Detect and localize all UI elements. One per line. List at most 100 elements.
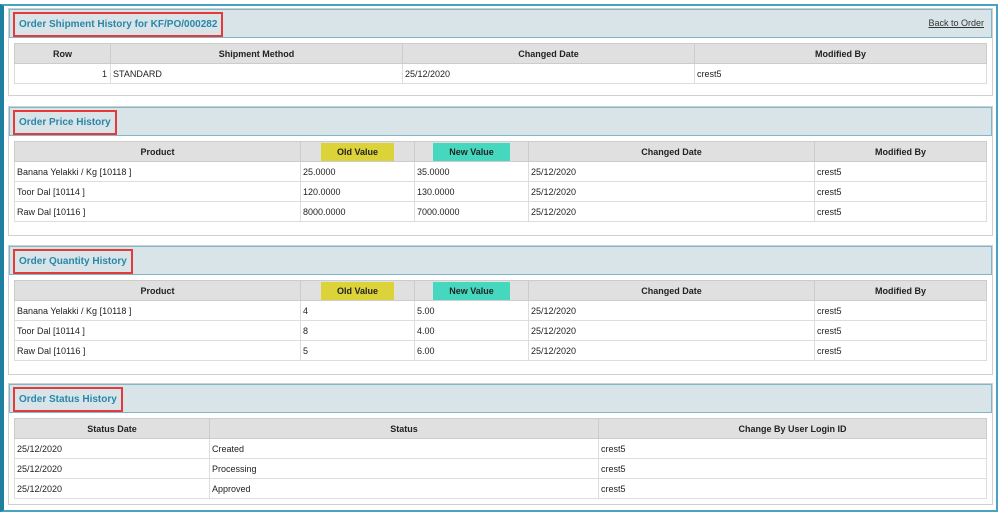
status-table: Status Date Status Change By User Login ID… [14, 418, 987, 499]
col-header-label: New Value [449, 146, 494, 157]
table-row: 25/12/2020 Approved crest5 [14, 478, 987, 499]
cell: crest5 [814, 201, 987, 222]
col-header-label: New Value [449, 285, 494, 296]
quantity-table: Product Old Value New Value Changed Date Mod… [14, 280, 987, 361]
back-to-order-link[interactable]: Back to Order [928, 18, 984, 28]
col-header-label: Changed Date [641, 285, 702, 296]
cell: 25/12/2020 [14, 478, 210, 499]
cell: crest5 [694, 63, 987, 84]
cell: Created [209, 438, 599, 459]
table-row: 25/12/2020 Created crest5 [14, 438, 987, 459]
panel-title: Order Price History [13, 110, 117, 135]
col-header: Product [14, 280, 301, 301]
cell: 25/12/2020 [528, 300, 815, 321]
table-row: 1 STANDARD 25/12/2020 crest5 [14, 63, 987, 84]
cell: 25/12/2020 [528, 320, 815, 341]
col-header: New Value [414, 280, 529, 301]
table-row: 25/12/2020 Processing crest5 [14, 458, 987, 479]
col-header: Change By User Login ID [598, 418, 987, 439]
panel-title: Order Status History [13, 387, 123, 412]
cell: 4 [300, 300, 415, 321]
table-row: Banana Yelakki / Kg [10118 ] 4 5.00 25/12/2… [14, 300, 987, 321]
cell: 5.00 [414, 300, 529, 321]
cell: crest5 [814, 161, 987, 182]
price-table: Product Old Value New Value Changed Date Mod… [14, 141, 987, 222]
col-header-label: Status Date [87, 423, 137, 434]
cell: Toor Dal [10114 ] [14, 181, 301, 202]
col-header: Modified By [814, 141, 987, 162]
cell: 25/12/2020 [528, 340, 815, 361]
cell: crest5 [598, 478, 987, 499]
cell: 25/12/2020 [402, 63, 695, 84]
table-row: Banana Yelakki / Kg [10118 ] 25.0000 35.00… [14, 161, 987, 182]
price-history-panel: Order Price History Product Old Value New V… [8, 106, 993, 236]
cell: Raw Dal [10116 ] [14, 201, 301, 222]
cell: crest5 [814, 320, 987, 341]
cell: Toor Dal [10114 ] [14, 320, 301, 341]
table-row: Raw Dal [10116 ] 5 6.00 25/12/2020 crest5 [14, 340, 987, 361]
cell: 25/12/2020 [528, 161, 815, 182]
cell: 4.00 [414, 320, 529, 341]
panel-title: Order Shipment History for KF/PO/000282 [13, 12, 224, 37]
col-header: Status [209, 418, 599, 439]
cell: 35.0000 [414, 161, 529, 182]
cell: 6.00 [414, 340, 529, 361]
old-value-highlight: Old Value [320, 142, 394, 161]
panel-header: Order Shipment History for KF/PO/000282 … [9, 9, 992, 38]
col-header-label: Product [140, 146, 175, 157]
panel-header: Order Status History [9, 384, 992, 413]
cell: Banana Yelakki / Kg [10118 ] [14, 161, 301, 182]
cell: 8 [300, 320, 415, 341]
cell: 25/12/2020 [14, 458, 210, 479]
cell: 25.0000 [300, 161, 415, 182]
col-header: Old Value [300, 141, 415, 162]
col-header: Row [14, 43, 111, 64]
panel-title: Order Quantity History [13, 249, 133, 274]
cell: crest5 [814, 181, 987, 202]
old-value-highlight: Old Value [320, 281, 394, 300]
col-header: Modified By [814, 280, 987, 301]
col-header-label: Old Value [336, 146, 378, 157]
col-header: Status Date [14, 418, 210, 439]
cell: crest5 [598, 438, 987, 459]
col-header-label: Product [140, 285, 175, 296]
cell: 25/12/2020 [528, 181, 815, 202]
cell: crest5 [598, 458, 987, 479]
cell: crest5 [814, 340, 987, 361]
col-header: Changed Date [402, 43, 695, 64]
cell: 1 [14, 63, 111, 84]
col-header: Shipment Method [110, 43, 403, 64]
table-row: Toor Dal [10114 ] 120.0000 130.0000 25/12/2… [14, 181, 987, 202]
cell: 25/12/2020 [528, 201, 815, 222]
cell: 7000.0000 [414, 201, 529, 222]
table-row: Toor Dal [10114 ] 8 4.00 25/12/2020 crest5 [14, 320, 987, 341]
col-header: Changed Date [528, 141, 815, 162]
table-row: Raw Dal [10116 ] 8000.0000 7000.0000 25/12/… [14, 201, 987, 222]
cell: crest5 [814, 300, 987, 321]
cell: 25/12/2020 [14, 438, 210, 459]
cell: Banana Yelakki / Kg [10118 ] [14, 300, 301, 321]
col-header: Old Value [300, 280, 415, 301]
col-header-label: Modified By [875, 285, 926, 296]
col-header: Modified By [694, 43, 987, 64]
panel-header: Order Quantity History [9, 246, 992, 275]
col-header-label: Change By User Login ID [738, 423, 847, 434]
cell: Processing [209, 458, 599, 479]
quantity-history-panel: Order Quantity History Product Old Value Ne… [8, 245, 993, 375]
col-header-label: Changed Date [641, 146, 702, 157]
new-value-highlight: New Value [433, 281, 510, 300]
col-header-label: Old Value [336, 285, 378, 296]
cell: 5 [300, 340, 415, 361]
col-header-label: Status [390, 423, 418, 434]
cell: 8000.0000 [300, 201, 415, 222]
cell: Raw Dal [10116 ] [14, 340, 301, 361]
cell: Approved [209, 478, 599, 499]
shipment-table: Row Shipment Method Changed Date Modified B… [14, 43, 987, 84]
col-header: New Value [414, 141, 529, 162]
col-header: Changed Date [528, 280, 815, 301]
col-header: Product [14, 141, 301, 162]
cell: 120.0000 [300, 181, 415, 202]
cell: STANDARD [110, 63, 403, 84]
col-header-label: Modified By [875, 146, 926, 157]
new-value-highlight: New Value [433, 142, 510, 161]
